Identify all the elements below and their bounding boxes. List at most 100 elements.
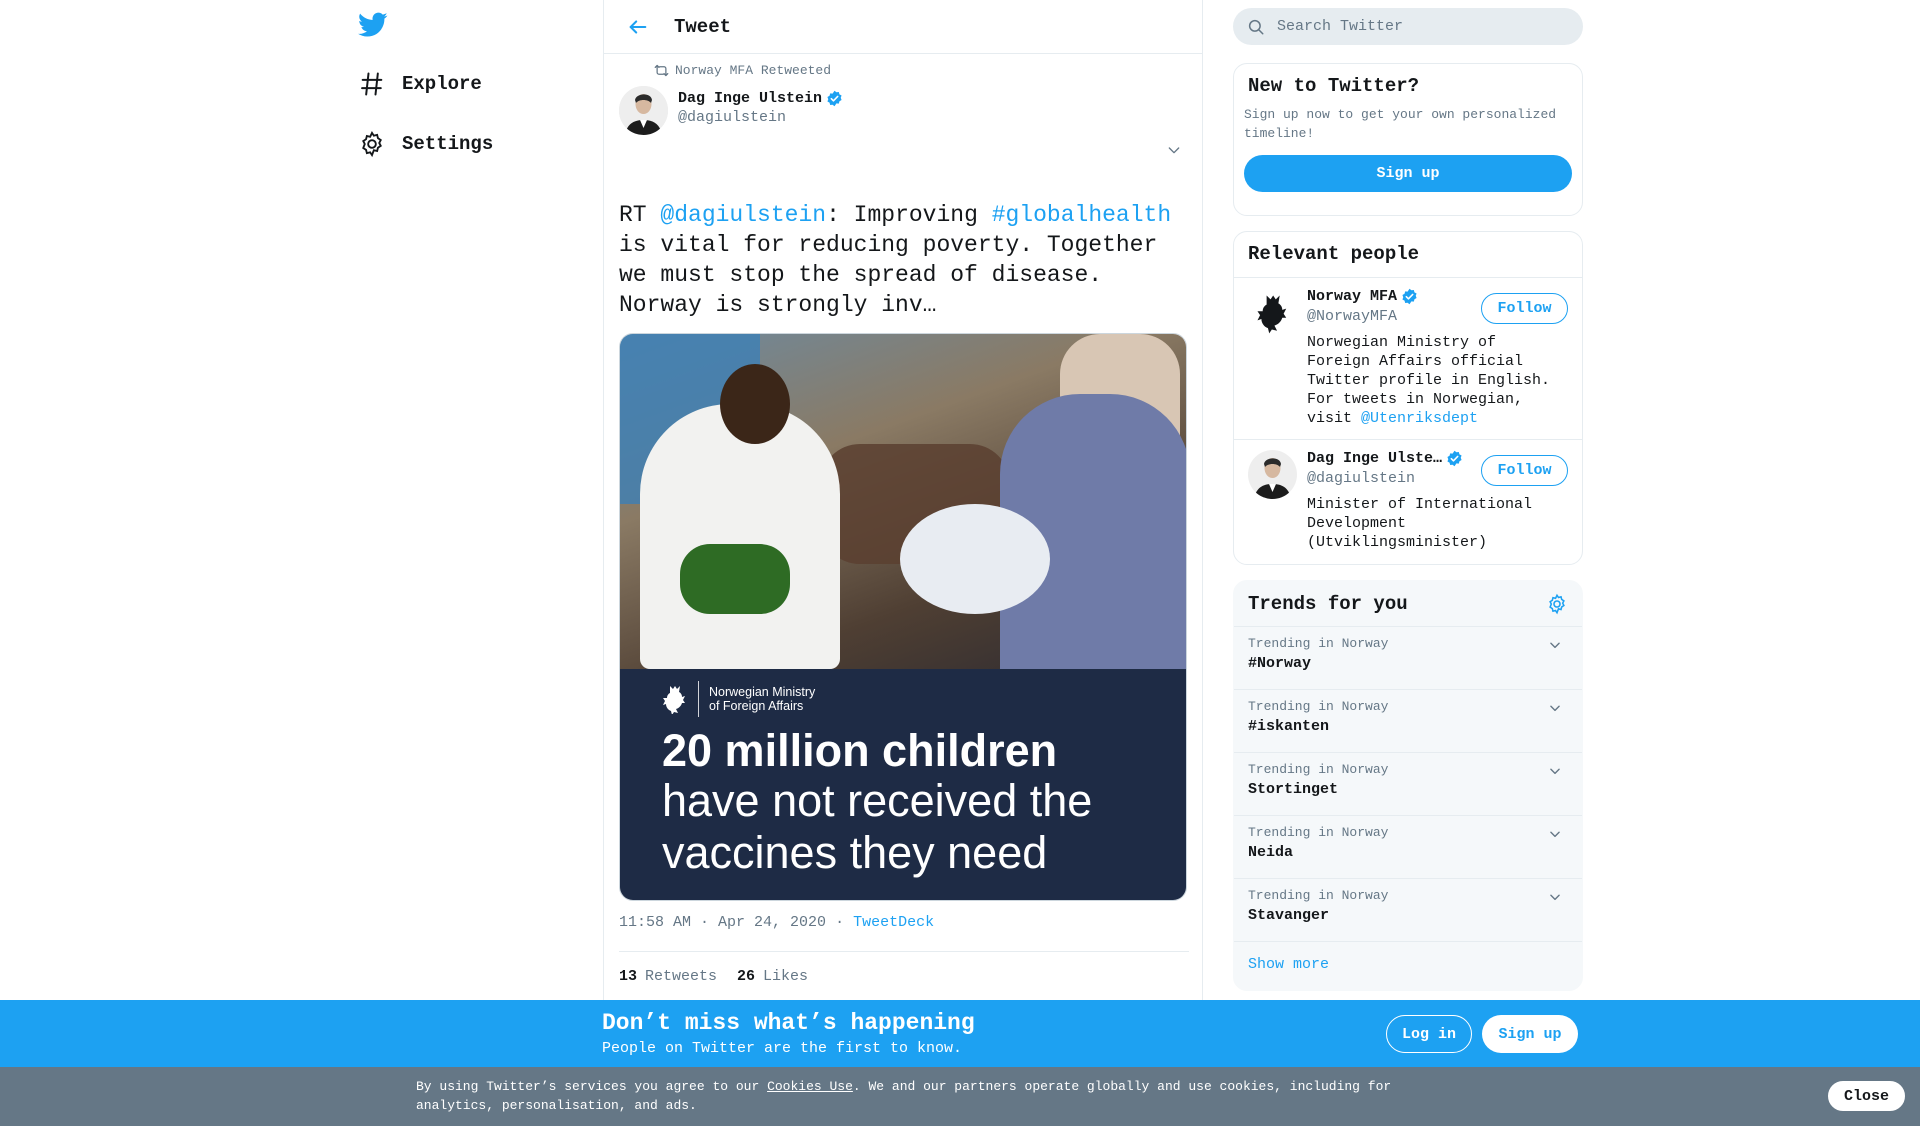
tweet-menu-caret[interactable]	[1166, 142, 1182, 158]
show-more-link[interactable]: Show more	[1234, 942, 1582, 987]
norway-lion-icon	[663, 686, 685, 714]
cookie-text: By using Twitter’s services you agree to…	[416, 1077, 1416, 1115]
trend-name: Stavanger	[1248, 907, 1330, 924]
relevant-people-title: Relevant people	[1234, 232, 1582, 278]
author-name[interactable]: Dag Inge Ulstein	[678, 90, 843, 107]
trend-name: Neida	[1248, 844, 1294, 861]
person-norway-mfa[interactable]: Norway MFA @NorwayMFA Norwegian Ministry…	[1234, 278, 1582, 440]
tweet-text-mid: : Improving	[826, 202, 992, 228]
image-banner: Norwegian Ministry of Foreign Affairs 20…	[620, 669, 1186, 900]
tweet-text: RT @dagiulstein: Improving #globalhealth…	[619, 200, 1189, 320]
cookie-close-button[interactable]: Close	[1828, 1081, 1905, 1111]
nav-item-explore[interactable]: Explore	[358, 64, 482, 104]
person-bio: Minister of International Development (U…	[1307, 496, 1533, 551]
person-name-text: Dag Inge Ulste…	[1307, 450, 1443, 467]
retweets-count: 13	[619, 967, 638, 985]
author-name-text: Dag Inge Ulstein	[678, 90, 823, 107]
meta-separator: ·	[835, 914, 845, 931]
trend-context: Trending in Norway	[1248, 636, 1389, 651]
signup-prompt-bar: Don’t miss what’s happening People on Tw…	[0, 1000, 1920, 1067]
hashtag-link[interactable]: #globalhealth	[992, 202, 1171, 228]
search-input[interactable]	[1277, 18, 1557, 35]
new-to-twitter-card: New to Twitter? Sign up now to get your …	[1233, 63, 1583, 216]
prompt-title: Don’t miss what’s happening	[602, 1010, 975, 1036]
cookies-use-link[interactable]: Cookies Use	[767, 1079, 853, 1094]
chevron-down-icon[interactable]	[1548, 764, 1562, 778]
retweeted-by: Norway MFA Retweeted	[675, 63, 832, 78]
search-icon	[1248, 19, 1264, 34]
author-handle[interactable]: @dagiulstein	[678, 109, 843, 126]
page-title: Tweet	[674, 15, 732, 38]
avatar[interactable]	[1248, 450, 1297, 499]
trend-item[interactable]: Trending in Norway Stortinget	[1234, 753, 1582, 816]
retweets-label: Retweets	[645, 967, 718, 985]
bio-mention-link[interactable]: @Utenriksdept	[1361, 410, 1478, 427]
hashtag-icon	[358, 70, 386, 98]
chevron-down-icon	[1168, 147, 1180, 154]
verified-badge-icon	[1447, 450, 1462, 467]
trend-context: Trending in Norway	[1248, 825, 1389, 840]
trend-item[interactable]: Trending in Norway Stavanger	[1234, 879, 1582, 942]
trend-context: Trending in Norway	[1248, 762, 1389, 777]
prompt-subtitle: People on Twitter are the first to know.	[602, 1040, 963, 1057]
trend-item[interactable]: Trending in Norway Neida	[1234, 816, 1582, 879]
chevron-down-icon[interactable]	[1548, 638, 1562, 652]
gear-icon	[358, 130, 386, 158]
chevron-down-icon[interactable]	[1548, 890, 1562, 904]
chevron-down-icon[interactable]	[1548, 827, 1562, 841]
trend-item[interactable]: Trending in Norway #Norway	[1234, 627, 1582, 690]
likes-stat[interactable]: 26 Likes	[737, 968, 808, 985]
trend-context: Trending in Norway	[1248, 888, 1389, 903]
login-button[interactable]: Log in	[1386, 1015, 1472, 1053]
sidebar-signup-button[interactable]: Sign up	[1244, 155, 1572, 192]
follow-button[interactable]: Follow	[1481, 455, 1568, 486]
tweet-text-rest: is vital for reducing poverty. Together …	[619, 232, 1158, 318]
tweet-column: Tweet Norway MFA Retweeted Dag Inge Ulst…	[603, 0, 1203, 1036]
nav-label-explore: Explore	[402, 73, 482, 95]
search-box[interactable]	[1233, 8, 1583, 45]
trend-item[interactable]: Trending in Norway #iskanten	[1234, 690, 1582, 753]
person-dag-inge-ulstein[interactable]: Dag Inge Ulste… @dagiulstein Minister of…	[1234, 440, 1582, 564]
back-button[interactable]	[624, 13, 652, 41]
avatar[interactable]	[1248, 288, 1297, 337]
nav-item-settings[interactable]: Settings	[358, 124, 493, 164]
retweet-context[interactable]: Norway MFA Retweeted	[654, 63, 831, 78]
ministry-logo: Norwegian Ministry of Foreign Affairs	[662, 681, 829, 717]
relevant-people-card: Relevant people Norway MFA @NorwayMFA No…	[1233, 231, 1583, 565]
nav-label-settings: Settings	[402, 133, 494, 155]
chevron-down-icon[interactable]	[1548, 701, 1562, 715]
likes-count: 26	[737, 967, 756, 985]
tweet-timestamp[interactable]: 11:58 AM · Apr 24, 2020	[619, 914, 826, 931]
arrow-left-icon	[629, 19, 647, 34]
trend-name: #iskanten	[1248, 718, 1330, 735]
twitter-bird-icon[interactable]	[358, 12, 390, 42]
follow-button[interactable]: Follow	[1481, 293, 1568, 324]
tweet-stats: 13 Retweets 26 Likes	[619, 951, 1189, 1001]
trend-context: Trending in Norway	[1248, 699, 1389, 714]
tweet-source-link[interactable]: TweetDeck	[853, 914, 934, 931]
tweet-text-prefix: RT	[619, 202, 661, 228]
image-headline: 20 million children	[662, 725, 1058, 776]
person-bio: Norwegian Ministry of Foreign Affairs of…	[1307, 333, 1568, 428]
vaccination-photo	[620, 334, 1186, 669]
mention-link[interactable]: @dagiulstein	[660, 202, 826, 228]
trends-card: Trends for you Trending in Norway #Norwa…	[1233, 580, 1583, 991]
cookie-text-prefix: By using Twitter’s services you agree to…	[416, 1079, 768, 1094]
avatar[interactable]	[619, 86, 668, 135]
trend-name: Stortinget	[1248, 781, 1339, 798]
trends-settings-button[interactable]	[1546, 593, 1568, 615]
verified-badge-icon	[1402, 288, 1417, 305]
cookie-banner: By using Twitter’s services you agree to…	[0, 1067, 1920, 1126]
person-name-text: Norway MFA	[1307, 288, 1398, 305]
gear-icon	[1549, 593, 1565, 614]
signup-button[interactable]: Sign up	[1482, 1015, 1578, 1053]
ministry-name: Norwegian Ministry of Foreign Affairs	[709, 685, 816, 713]
tweet-header: Tweet	[604, 0, 1202, 54]
trends-title: Trends for you	[1248, 592, 1408, 615]
trends-header: Trends for you	[1234, 581, 1582, 627]
tweet-author[interactable]: Dag Inge Ulstein @dagiulstein	[619, 86, 843, 135]
verified-badge-icon	[827, 90, 842, 107]
tweet-image[interactable]: Norwegian Ministry of Foreign Affairs 20…	[619, 333, 1187, 901]
trend-name: #Norway	[1248, 655, 1312, 672]
retweets-stat[interactable]: 13 Retweets	[619, 968, 717, 985]
